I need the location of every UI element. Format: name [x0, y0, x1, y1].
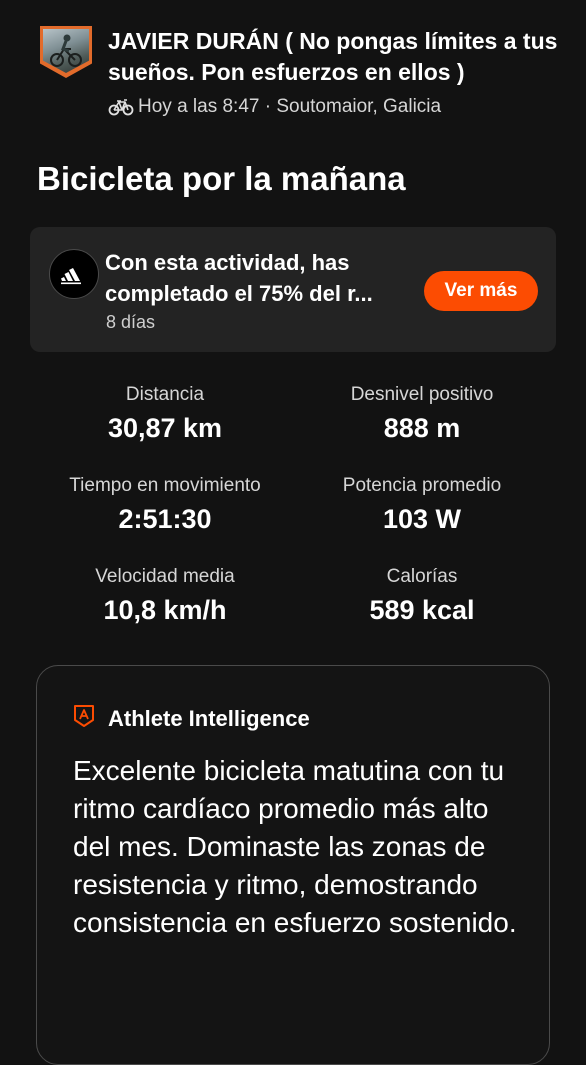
athlete-intelligence-body: Excelente bicicleta matutina con tu ritm… [73, 755, 517, 938]
stat-value: 888 m [383, 413, 461, 443]
athlete-intelligence-title: Athlete Intelligence [108, 706, 310, 731]
stat-distancia: Distancia 30,87 km [35, 384, 295, 445]
challenge-text-line1: Con esta actividad, has [105, 250, 350, 275]
athlete-name[interactable]: JAVIER DURÁN ( No pongas límites a tus s… [108, 26, 568, 88]
adidas-logo-icon [49, 249, 99, 299]
stat-value: 589 kcal [369, 595, 475, 625]
stat-desnivel: Desnivel positivo 888 m [292, 384, 552, 445]
activity-title: Bicicleta por la mañana [37, 160, 406, 197]
athlete-intelligence-card[interactable]: Athlete Intelligence Excelente bicicleta… [36, 665, 550, 1065]
stat-label: Velocidad media [95, 566, 235, 587]
stat-label: Potencia promedio [342, 475, 502, 496]
activity-meta-text: Hoy a las 8:47 · Soutomaior, Galicia [138, 96, 442, 117]
stat-label: Distancia [125, 384, 205, 405]
athlete-intelligence-icon [74, 705, 94, 727]
stat-label: Tiempo en movimiento [69, 475, 261, 496]
challenge-text: Con esta actividad, has completado el 75… [105, 247, 405, 309]
stat-value: 103 W [382, 504, 462, 534]
stat-velocidad: Velocidad media 10,8 km/h [35, 566, 295, 627]
stat-label: Desnivel positivo [350, 384, 494, 405]
stat-tiempo: Tiempo en movimiento 2:51:30 [35, 475, 295, 536]
challenge-card[interactable]: Con esta actividad, has completado el 75… [30, 227, 556, 352]
stat-value: 30,87 km [107, 413, 223, 443]
avatar-photo [43, 29, 89, 73]
challenge-text-line2: completado el 75% del r... [105, 281, 373, 306]
stat-potencia: Potencia promedio 103 W [292, 475, 552, 536]
stat-value: 2:51:30 [118, 504, 212, 534]
stat-calorias: Calorías 589 kcal [292, 566, 552, 627]
activity-meta: Hoy a las 8:47 · Soutomaior, Galicia [108, 95, 441, 119]
bike-icon [108, 99, 134, 116]
ver-mas-button[interactable]: Ver más [424, 271, 538, 311]
challenge-days: 8 días [106, 312, 156, 332]
activity-header: JAVIER DURÁN ( No pongas límites a tus s… [0, 0, 586, 130]
stat-value: 10,8 km/h [103, 595, 227, 625]
avatar[interactable] [40, 26, 92, 78]
stat-label: Calorías [386, 566, 458, 587]
